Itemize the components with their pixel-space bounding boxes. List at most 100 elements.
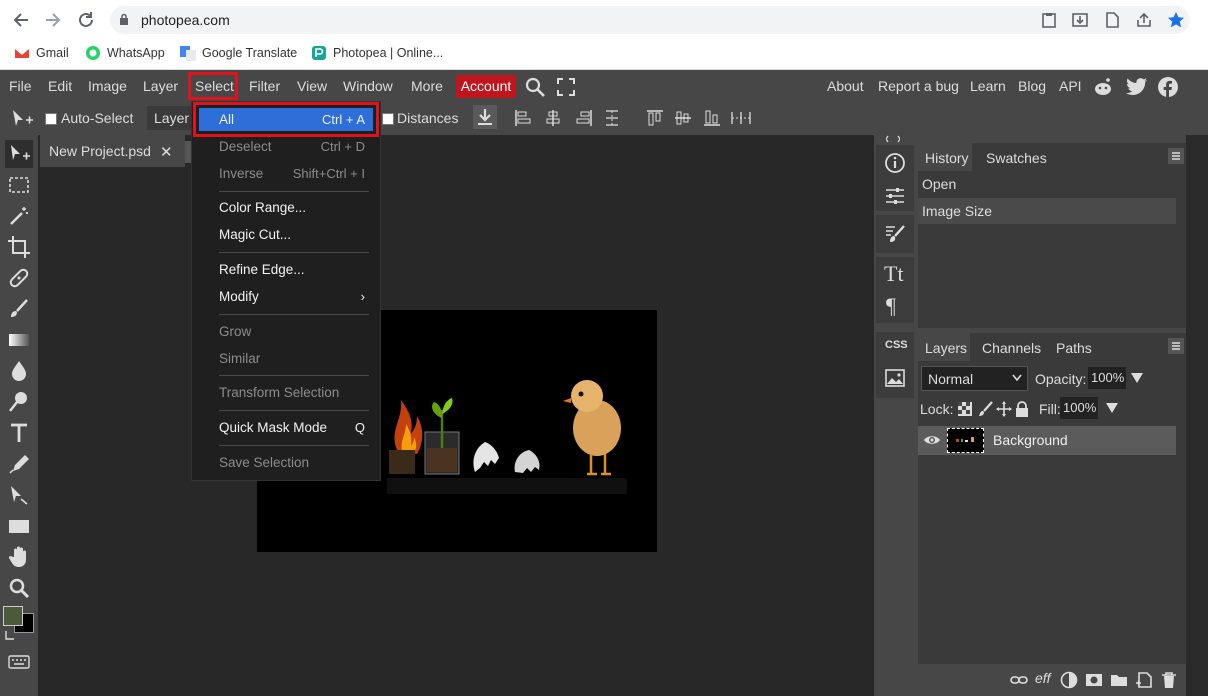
crop-tool[interactable] <box>5 233 33 261</box>
align-middle-v-icon[interactable] <box>674 109 692 127</box>
eye-visibility-icon[interactable] <box>923 433 941 447</box>
menu-view[interactable]: View <box>297 71 327 101</box>
tab-swatches[interactable]: Swatches <box>986 150 1047 166</box>
move-tool[interactable] <box>5 140 33 168</box>
menu-item-color-range[interactable]: Color Range... <box>191 194 381 221</box>
adjustments-icon[interactable] <box>884 185 906 207</box>
forward-arrow-icon[interactable] <box>42 9 64 31</box>
download-icon[interactable] <box>1071 11 1089 29</box>
distribute-vertical-icon[interactable] <box>603 109 621 127</box>
align-right-icon[interactable] <box>575 109 593 127</box>
auto-select-checkbox[interactable] <box>45 113 57 125</box>
rectangle-tool[interactable] <box>5 512 33 540</box>
menu-learn[interactable]: Learn <box>970 71 1006 101</box>
fill-input[interactable]: 100% <box>1060 397 1098 419</box>
image-panel-icon[interactable] <box>884 367 906 389</box>
hand-tool[interactable] <box>5 543 33 571</box>
paragraph-panel-icon[interactable]: ¶ <box>886 293 896 319</box>
history-entry-image-size[interactable]: Image Size <box>918 198 1176 224</box>
gradient-tool[interactable] <box>5 326 33 354</box>
align-bottom-icon[interactable] <box>703 109 721 127</box>
css-panel-icon[interactable]: CSS <box>885 339 908 351</box>
distribute-horizontal-icon[interactable] <box>730 109 752 127</box>
align-left-icon[interactable] <box>514 109 532 127</box>
bookmark-whatsapp[interactable]: WhatsApp <box>85 45 165 61</box>
reload-icon[interactable] <box>75 9 97 31</box>
distances-checkbox[interactable] <box>382 113 394 125</box>
lock-position-icon[interactable] <box>996 401 1012 417</box>
align-center-h-icon[interactable] <box>544 109 562 127</box>
brush-settings-icon[interactable] <box>884 223 906 245</box>
collapse-arrows-icon[interactable] <box>886 135 900 143</box>
menu-item-magic-cut[interactable]: Magic Cut... <box>191 221 381 248</box>
tab-history[interactable]: History <box>925 150 969 166</box>
document-icon[interactable] <box>1103 11 1121 29</box>
new-group-icon[interactable] <box>1110 671 1128 689</box>
menu-item-transform-selection[interactable]: Transform Selection <box>191 379 381 406</box>
swap-colors-icon[interactable] <box>4 629 16 641</box>
zoom-tool[interactable] <box>5 574 33 602</box>
new-layer-icon[interactable] <box>1135 671 1153 689</box>
facebook-icon[interactable] <box>1157 76 1179 98</box>
menu-layer[interactable]: Layer <box>143 71 178 101</box>
info-icon[interactable] <box>884 152 906 174</box>
fill-dropdown-icon[interactable] <box>1106 403 1118 413</box>
close-tab-icon[interactable]: ✕ <box>160 143 173 161</box>
menu-item-quick-mask[interactable]: Quick Mask Mode Q <box>191 414 381 441</box>
menu-about[interactable]: About <box>827 71 864 101</box>
blur-tool[interactable] <box>5 357 33 385</box>
menu-item-inverse[interactable]: Inverse Shift+Ctrl + I <box>191 160 381 187</box>
delete-layer-icon[interactable] <box>1160 671 1178 689</box>
menu-window[interactable]: Window <box>343 71 393 101</box>
search-icon[interactable] <box>524 76 546 98</box>
link-layers-icon[interactable] <box>1010 671 1028 689</box>
share-icon[interactable] <box>1135 11 1153 29</box>
menu-item-modify[interactable]: Modify › <box>191 283 381 310</box>
menu-file[interactable]: File <box>9 71 32 101</box>
layer-mask-icon[interactable] <box>1085 671 1103 689</box>
opacity-dropdown-icon[interactable] <box>1131 373 1143 383</box>
panel-menu-icon[interactable] <box>1168 148 1184 164</box>
menu-item-deselect[interactable]: Deselect Ctrl + D <box>191 133 381 160</box>
opacity-input[interactable]: 100% <box>1088 367 1126 389</box>
tab-layers[interactable]: Layers <box>925 340 967 356</box>
path-select-tool[interactable] <box>5 481 33 509</box>
healing-brush-tool[interactable] <box>5 264 33 292</box>
layers-menu-icon[interactable] <box>1168 338 1184 354</box>
twitter-icon[interactable] <box>1126 77 1148 97</box>
menu-item-similar[interactable]: Similar <box>191 345 381 372</box>
menu-api[interactable]: API <box>1059 71 1082 101</box>
bookmark-gmail[interactable]: Gmail <box>14 45 69 61</box>
lock-all-icon[interactable] <box>1015 401 1029 417</box>
tab-paths[interactable]: Paths <box>1056 340 1092 356</box>
reddit-icon[interactable] <box>1092 76 1114 98</box>
bookmark-google-translate[interactable]: Google Translate <box>180 45 297 61</box>
menu-image[interactable]: Image <box>88 71 127 101</box>
tab-channels[interactable]: Channels <box>982 340 1041 356</box>
bookmark-photopea[interactable]: Photopea | Online... <box>311 45 443 61</box>
menu-report-bug[interactable]: Report a bug <box>878 71 959 101</box>
character-panel-icon[interactable]: Tt <box>884 261 904 287</box>
save-page-icon[interactable] <box>1040 11 1058 29</box>
menu-item-refine-edge[interactable]: Refine Edge... <box>191 256 381 283</box>
menu-item-save-selection[interactable]: Save Selection <box>191 449 381 476</box>
lock-transparency-icon[interactable] <box>958 402 972 416</box>
account-button[interactable]: Account <box>456 75 516 98</box>
marquee-tool[interactable] <box>5 171 33 199</box>
menu-item-all[interactable]: All Ctrl + A <box>191 106 381 133</box>
type-tool[interactable] <box>5 419 33 447</box>
brush-tool[interactable] <box>5 295 33 323</box>
lock-pixels-icon[interactable] <box>978 401 994 417</box>
adjustment-layer-icon[interactable] <box>1060 671 1078 689</box>
align-top-icon[interactable] <box>646 109 664 127</box>
history-entry-open[interactable]: Open <box>918 171 1176 197</box>
menu-filter[interactable]: Filter <box>249 71 280 101</box>
pen-tool[interactable] <box>5 450 33 478</box>
address-bar[interactable] <box>110 6 1190 34</box>
keyboard-icon[interactable] <box>8 655 30 669</box>
move-tool-icon[interactable] <box>10 108 34 130</box>
layer-effects-icon[interactable]: eff <box>1035 670 1051 686</box>
menu-item-grow[interactable]: Grow <box>191 318 381 345</box>
fullscreen-icon[interactable] <box>557 78 575 96</box>
dodge-tool[interactable] <box>5 388 33 416</box>
